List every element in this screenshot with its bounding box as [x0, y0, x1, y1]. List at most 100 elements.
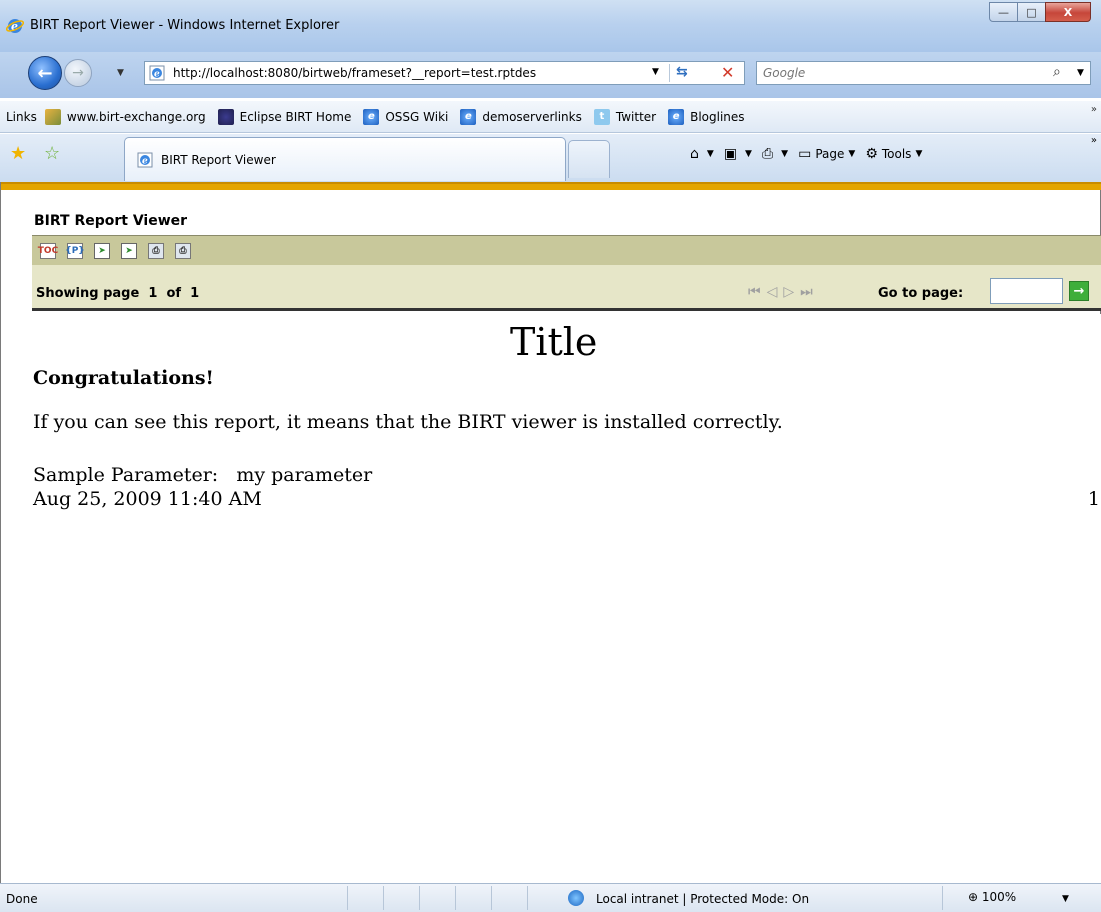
- report-page-number: 1: [1087, 488, 1100, 510]
- ie-page-icon: e: [363, 108, 380, 125]
- link-demoserverlinks[interactable]: e demoserverlinks: [460, 108, 582, 125]
- link-eclipse-birt-home[interactable]: Eclipse BIRT Home: [217, 108, 352, 125]
- search-box[interactable]: ⌕ ▼: [756, 61, 1091, 85]
- print-report-icon[interactable]: ⎙: [148, 242, 164, 259]
- eclipse-icon: [217, 108, 234, 125]
- back-button[interactable]: ←: [28, 56, 62, 90]
- forward-button[interactable]: →: [64, 59, 92, 87]
- address-input[interactable]: e http://localhost:8080/birtweb/frameset…: [144, 61, 745, 85]
- viewer-accent-line: [1, 182, 1101, 190]
- search-dropdown-icon[interactable]: ▼: [1077, 68, 1084, 78]
- page-nav-buttons: ⏮◁▷⏭: [748, 284, 819, 300]
- link-label: Eclipse BIRT Home: [239, 109, 352, 124]
- birt-exchange-icon: [44, 108, 61, 125]
- viewer-title: BIRT Report Viewer: [34, 213, 188, 229]
- link-label: www.birt-exchange.org: [66, 109, 206, 124]
- window-controls: — □ X: [989, 2, 1091, 24]
- status-cell: [455, 886, 491, 910]
- intranet-zone-icon: [568, 890, 584, 906]
- security-zone[interactable]: Local intranet | Protected Mode: On: [596, 892, 809, 906]
- address-separator: [669, 64, 670, 82]
- next-page-icon[interactable]: ▷: [783, 284, 800, 300]
- ie-page-icon: e: [149, 65, 165, 81]
- minimize-button[interactable]: —: [989, 2, 1018, 22]
- url-text[interactable]: http://localhost:8080/birtweb/frameset?_…: [173, 66, 635, 80]
- refresh-icon[interactable]: ⇆: [676, 64, 688, 80]
- svg-text:e: e: [142, 156, 148, 166]
- link-label: Bloglines: [690, 109, 745, 124]
- search-icon[interactable]: ⌕: [1053, 64, 1061, 80]
- zoom-dropdown-icon[interactable]: ▼: [1062, 894, 1069, 904]
- chevron-down-icon: ▼: [848, 149, 856, 159]
- report-congrats: Congratulations!: [33, 367, 214, 389]
- status-text: Done: [6, 892, 38, 906]
- link-label: OSSG Wiki: [385, 109, 449, 124]
- status-cell: [383, 886, 419, 910]
- ie-page-icon: e: [137, 152, 153, 167]
- link-label: Twitter: [615, 109, 657, 124]
- link-birt-exchange[interactable]: www.birt-exchange.org: [44, 108, 206, 125]
- tools-menu[interactable]: ⚙ Tools ▼: [865, 146, 922, 162]
- param-value: my parameter: [236, 464, 373, 486]
- zoom-level[interactable]: ⊕ 100%: [968, 890, 1016, 904]
- toc-icon[interactable]: TOC: [38, 242, 58, 259]
- status-cell: [527, 886, 563, 910]
- tab-birt-report-viewer[interactable]: e BIRT Report Viewer: [124, 137, 566, 181]
- home-button[interactable]: ⌂ ▼: [690, 146, 714, 162]
- page-navigation-bar: Showing page 1 of 1 ⏮◁▷⏭ Go to page: →: [32, 265, 1101, 311]
- links-overflow-chevron-icon[interactable]: »: [1091, 104, 1097, 115]
- window-title: BIRT Report Viewer - Windows Internet Ex…: [30, 18, 340, 33]
- status-cell: [491, 886, 527, 910]
- link-label: demoserverlinks: [482, 109, 582, 124]
- svg-text:e: e: [154, 70, 160, 80]
- home-icon: ⌂: [690, 146, 699, 162]
- last-page-icon[interactable]: ⏭: [800, 284, 819, 300]
- twitter-icon: t: [593, 108, 610, 125]
- add-favorites-icon[interactable]: ☆: [44, 143, 60, 164]
- links-label: Links: [6, 109, 37, 124]
- command-bar: ⌂ ▼ ▣ ▼ ⎙ ▼ ▭ Page ▼ ⚙ Tools ▼: [690, 146, 932, 162]
- search-input[interactable]: [763, 65, 1023, 81]
- sample-parameter-row: Sample Parameter: my parameter: [33, 464, 372, 486]
- parameter-icon[interactable]: {P}: [65, 242, 85, 259]
- tools-menu-label: Tools: [881, 147, 912, 161]
- previous-page-icon[interactable]: ◁: [767, 284, 784, 300]
- page-menu-label: Page: [815, 147, 845, 161]
- address-dropdown-icon[interactable]: ▼: [652, 67, 659, 77]
- close-button[interactable]: X: [1045, 2, 1091, 22]
- status-cell: [347, 886, 383, 910]
- print-server-icon[interactable]: ⎙: [175, 242, 191, 259]
- maximize-button[interactable]: □: [1017, 2, 1046, 22]
- goto-page-input[interactable]: [990, 278, 1063, 304]
- ie-page-icon: e: [668, 108, 685, 125]
- page-content: BIRT Report Viewer TOC {P} ➤ ➤ ⎙ ⎙ Showi…: [0, 182, 1101, 883]
- first-page-icon[interactable]: ⏮: [748, 284, 767, 300]
- report-datetime: Aug 25, 2009 11:40 AM: [33, 488, 262, 510]
- page-icon: ▭: [798, 146, 812, 162]
- zoom-icon: ⊕: [968, 890, 979, 904]
- goto-page-button[interactable]: →: [1069, 281, 1089, 301]
- feeds-button[interactable]: ▣ ▼: [724, 146, 752, 162]
- page-menu[interactable]: ▭ Page ▼: [798, 146, 855, 162]
- export-data-icon[interactable]: ➤: [94, 242, 110, 259]
- chevron-down-icon: ▼: [915, 149, 923, 159]
- link-ossg-wiki[interactable]: e OSSG Wiki: [363, 108, 449, 125]
- tabs-bar: ★ ☆ e BIRT Report Viewer ⌂ ▼ ▣ ▼ ⎙ ▼ ▭ Page ▼…: [0, 134, 1101, 182]
- status-cell: [419, 886, 455, 910]
- chevron-down-icon: ▼: [781, 149, 789, 159]
- favorites-star-icon[interactable]: ★: [10, 143, 26, 164]
- link-bloglines[interactable]: e Bloglines: [668, 108, 745, 125]
- history-dropdown-icon[interactable]: ▼: [117, 68, 124, 78]
- commandbar-overflow-chevron-icon[interactable]: »: [1091, 135, 1097, 146]
- export-report-icon[interactable]: ➤: [121, 242, 137, 259]
- viewer-toolbar: TOC {P} ➤ ➤ ⎙ ⎙: [32, 235, 1101, 265]
- status-separator: [942, 886, 943, 910]
- stop-icon[interactable]: ✕: [721, 63, 734, 82]
- print-button[interactable]: ⎙ ▼: [762, 146, 788, 162]
- new-tab-button[interactable]: [568, 140, 610, 178]
- ie-logo-icon: e: [6, 19, 24, 33]
- param-label: Sample Parameter:: [33, 464, 219, 486]
- page-status: Showing page 1 of 1: [36, 286, 200, 301]
- link-twitter[interactable]: t Twitter: [593, 108, 657, 125]
- zoom-text: 100%: [981, 890, 1017, 904]
